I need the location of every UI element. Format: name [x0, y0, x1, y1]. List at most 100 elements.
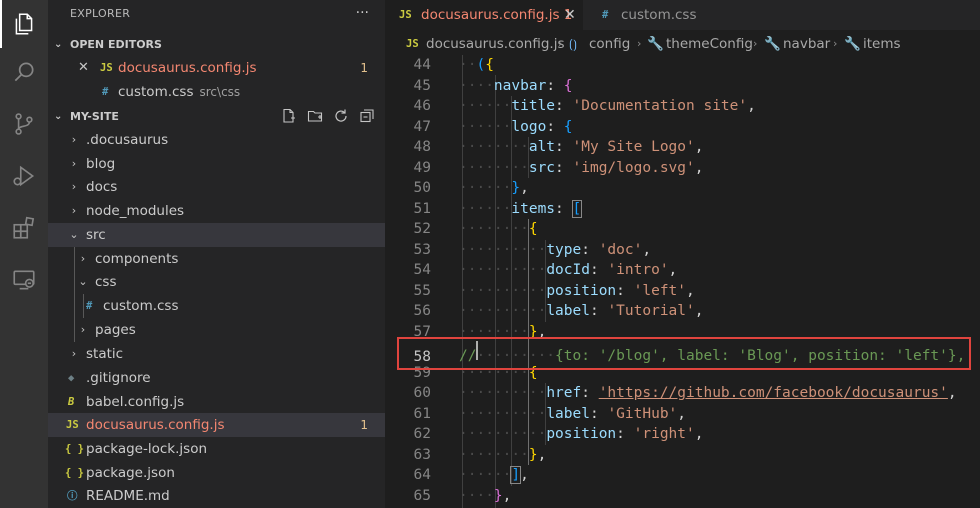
- folder-item[interactable]: › node_modules: [48, 199, 385, 223]
- line-number: 50: [413, 180, 431, 196]
- breadcrumb-separator: ›: [753, 37, 758, 50]
- chevron-right-icon: ›: [71, 204, 77, 217]
- editor-area: JS docusaurus.config.js 1 ✕ # custom.css…: [385, 0, 980, 508]
- breadcrumb-file[interactable]: docusaurus.config.js: [426, 33, 565, 55]
- line-number: 52: [413, 221, 431, 237]
- breadcrumb-items[interactable]: items: [863, 33, 901, 55]
- highlight-annotation-box: [397, 337, 971, 370]
- css-file-icon: #: [102, 86, 109, 98]
- folder-item[interactable]: ⌄ src: [48, 223, 385, 247]
- refresh-icon[interactable]: [331, 106, 351, 126]
- text-cursor: [476, 341, 478, 360]
- code-line-46: ······title: 'Documentation site',: [459, 98, 756, 114]
- line-number: 49: [413, 159, 431, 176]
- line-number: 54: [413, 262, 431, 278]
- file-item[interactable]: # custom.css: [48, 294, 385, 318]
- breadcrumb: JS docusaurus.config.js › ⟮⟯ config › 🔧 …: [385, 33, 980, 55]
- folder-item[interactable]: › blog: [48, 152, 385, 176]
- chevron-right-icon: ›: [71, 157, 77, 170]
- explorer-sidebar: EXPLORER ··· ⌄ OPEN EDITORS ✕ JS docusau…: [48, 0, 385, 508]
- problem-badge: 1: [360, 418, 368, 432]
- wrench-icon: 🔧: [764, 36, 781, 52]
- wrench-icon: 🔧: [647, 36, 664, 52]
- css-file-icon: #: [602, 9, 609, 21]
- folder-item[interactable]: › pages: [48, 318, 385, 342]
- folder-item[interactable]: › components: [48, 247, 385, 271]
- file-item[interactable]: ◆ .gitignore: [48, 366, 385, 390]
- folder-item[interactable]: ⌄ css: [48, 270, 385, 294]
- code-line-49: ········src: 'img/logo.svg',: [459, 159, 704, 176]
- file-name: docusaurus.config.js: [118, 60, 257, 76]
- file-item[interactable]: B babel.config.js: [48, 390, 385, 414]
- remote-explorer-icon[interactable]: [0, 256, 48, 304]
- chevron-right-icon: ›: [71, 180, 77, 193]
- code-line-51: ······items: [: [459, 199, 583, 218]
- code-editor[interactable]: 44 45 46 47 48 49 50 51 52 53 54 55 56 57 58 59 60 61 62 63…: [385, 55, 980, 508]
- code-line-53: ··········type: 'doc',: [459, 241, 652, 258]
- folder-item[interactable]: › static: [48, 342, 385, 366]
- search-icon[interactable]: [0, 48, 48, 96]
- run-debug-icon[interactable]: [0, 152, 48, 200]
- line-number: 60: [413, 385, 431, 401]
- folder-item[interactable]: › docs: [48, 175, 385, 199]
- file-path-hint: src\css: [199, 85, 241, 99]
- json-file-icon: { }: [65, 443, 84, 455]
- code-line-45: ····navbar: {: [459, 77, 573, 94]
- code-line-65: ····},: [459, 487, 512, 504]
- explorer-actions: [279, 106, 377, 126]
- new-file-icon[interactable]: [279, 106, 299, 126]
- line-number: 48: [413, 139, 431, 155]
- line-number: 51: [413, 200, 431, 217]
- collapse-all-icon[interactable]: [357, 106, 377, 126]
- line-number: 45: [413, 77, 431, 94]
- extensions-icon[interactable]: [0, 204, 48, 252]
- json-file-icon: { }: [65, 467, 84, 479]
- wrench-icon: 🔧: [844, 36, 861, 52]
- close-icon[interactable]: ✕: [78, 56, 89, 80]
- project-header[interactable]: ⌄ MY-SITE: [48, 106, 385, 128]
- breadcrumb-config[interactable]: config: [589, 33, 630, 55]
- breadcrumb-separator: ›: [833, 37, 838, 50]
- new-folder-icon[interactable]: [305, 106, 325, 126]
- code-line-62: ··········position: 'right',: [459, 426, 704, 442]
- file-item[interactable]: { } package-lock.json: [48, 437, 385, 461]
- code-line-48: ········alt: 'My Site Logo',: [459, 139, 704, 155]
- js-file-icon: JS: [399, 9, 412, 21]
- line-number: 44: [413, 57, 431, 73]
- line-number: 64: [413, 467, 431, 483]
- code-line-54: ··········docId: 'intro',: [459, 262, 678, 278]
- line-number: 62: [413, 426, 431, 442]
- chevron-down-icon: ⌄: [78, 275, 88, 288]
- more-actions-button[interactable]: ···: [356, 0, 369, 28]
- breadcrumb-themeconfig[interactable]: themeConfig: [666, 33, 753, 55]
- object-icon: ⟮⟯: [569, 37, 577, 51]
- line-number: 63: [413, 446, 431, 463]
- breadcrumb-navbar[interactable]: navbar: [783, 33, 830, 55]
- code-line-64: ······],: [459, 466, 529, 484]
- file-name: custom.css: [118, 84, 194, 100]
- chevron-down-icon: ⌄: [69, 228, 79, 241]
- code-line-56: ··········label: 'Tutorial',: [459, 303, 704, 319]
- line-number: 61: [413, 405, 431, 422]
- code-line-52: ········{: [459, 221, 538, 237]
- problem-badge: 1: [360, 61, 368, 75]
- chevron-down-icon: ⌄: [54, 39, 63, 50]
- folder-item[interactable]: › .docusaurus: [48, 128, 385, 152]
- chevron-right-icon: ›: [71, 133, 77, 146]
- explorer-icon[interactable]: [0, 0, 48, 48]
- close-tab-icon[interactable]: ✕: [564, 0, 576, 30]
- source-control-icon[interactable]: [0, 100, 48, 148]
- tab-custom-css[interactable]: # custom.css: [583, 0, 723, 30]
- tab-docusaurus-config[interactable]: JS docusaurus.config.js 1 ✕: [385, 0, 583, 30]
- open-editor-item[interactable]: ✕ JS docusaurus.config.js 1: [48, 56, 385, 80]
- file-item[interactable]: JS docusaurus.config.js 1: [48, 413, 385, 437]
- open-editor-item[interactable]: # custom.css src\css: [48, 80, 385, 104]
- line-number: 56: [413, 303, 431, 319]
- chevron-down-icon: ⌄: [54, 111, 63, 122]
- file-item[interactable]: { } package.json: [48, 461, 385, 485]
- chevron-right-icon: ›: [80, 323, 86, 336]
- info-file-icon: ⓘ: [67, 490, 78, 502]
- open-editors-header[interactable]: ⌄ OPEN EDITORS: [48, 34, 385, 56]
- file-item[interactable]: ⓘ README.md: [48, 484, 385, 508]
- explorer-title: EXPLORER: [70, 7, 131, 20]
